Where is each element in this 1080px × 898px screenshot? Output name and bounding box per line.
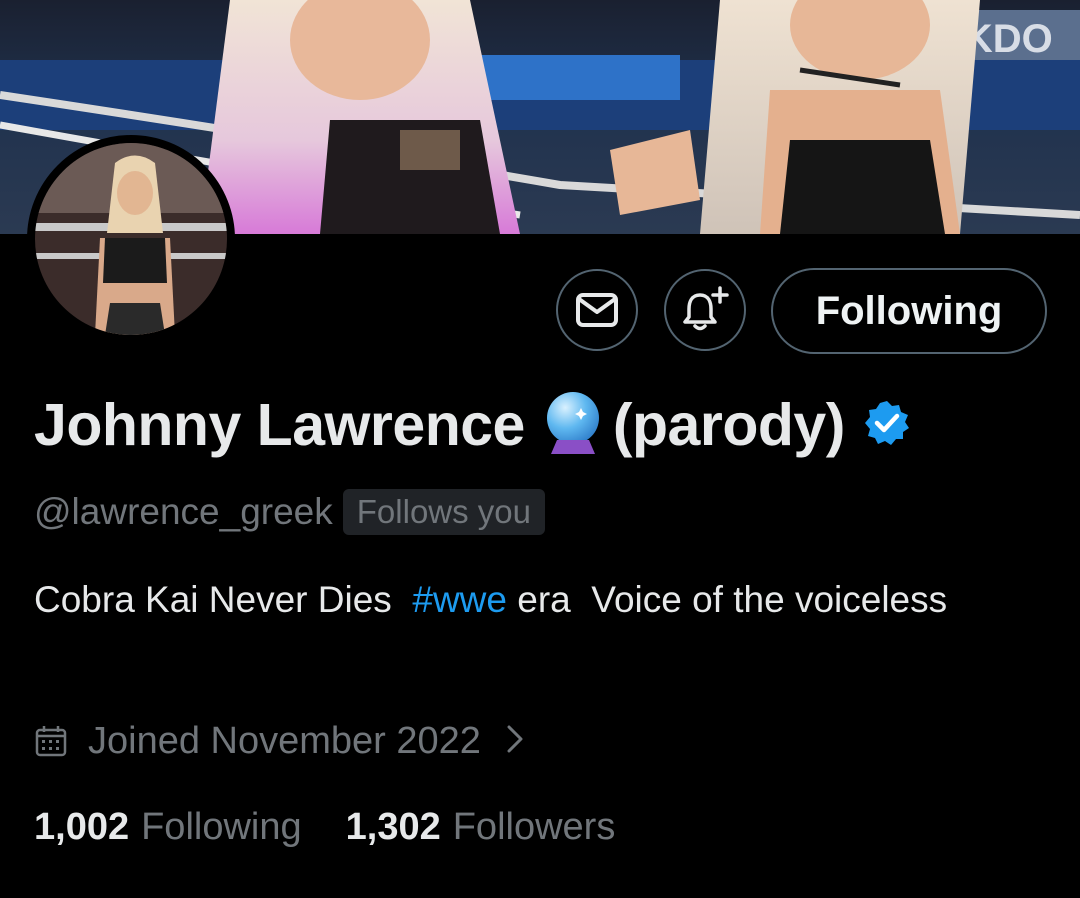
bio-hashtag-link[interactable]: #wwe [412,579,507,620]
crystal-ball-icon [543,390,603,461]
chevron-right-icon[interactable] [505,723,525,760]
verified-badge-icon[interactable] [863,399,911,452]
message-button[interactable] [556,269,638,351]
envelope-icon [576,293,618,327]
following-button[interactable]: Following [771,268,1047,354]
followers-stat-link[interactable]: 1,302 Followers [346,806,616,849]
avatar-photo [35,143,227,335]
joined-date-row[interactable]: Joined November 2022 [34,715,525,767]
username-handle: @lawrence_greek [34,491,333,532]
bio-text-start: Cobra Kai Never Dies [34,579,413,620]
followers-stat-label: Followers [452,805,616,848]
display-name-row: Johnny Lawrence (parody) [34,385,911,465]
following-button-label: Following [815,288,1003,333]
following-stat-link[interactable]: 1,002 Following [34,806,302,849]
profile-avatar[interactable] [27,135,235,343]
display-name-suffix: (parody) [612,392,846,458]
followers-count: 1,302 [345,805,441,848]
bell-plus-icon [683,286,729,331]
bio-text-end: era Voice of the voiceless [506,579,948,620]
following-stat-label: Following [141,805,302,848]
following-count: 1,002 [34,805,130,848]
profile-bio: Cobra Kai Never Dies #wwe era Voice of t… [34,572,1044,627]
notify-button[interactable] [664,269,746,351]
calendar-icon [35,726,67,757]
joined-date: Joined November 2022 [88,719,481,762]
follow-stats: 1,002 Following 1,302 Followers [34,800,615,854]
handle-row: @lawrence_greek Follows you [34,487,545,537]
follows-you-badge: Follows you [342,489,545,535]
display-name: Johnny Lawrence [34,392,525,458]
